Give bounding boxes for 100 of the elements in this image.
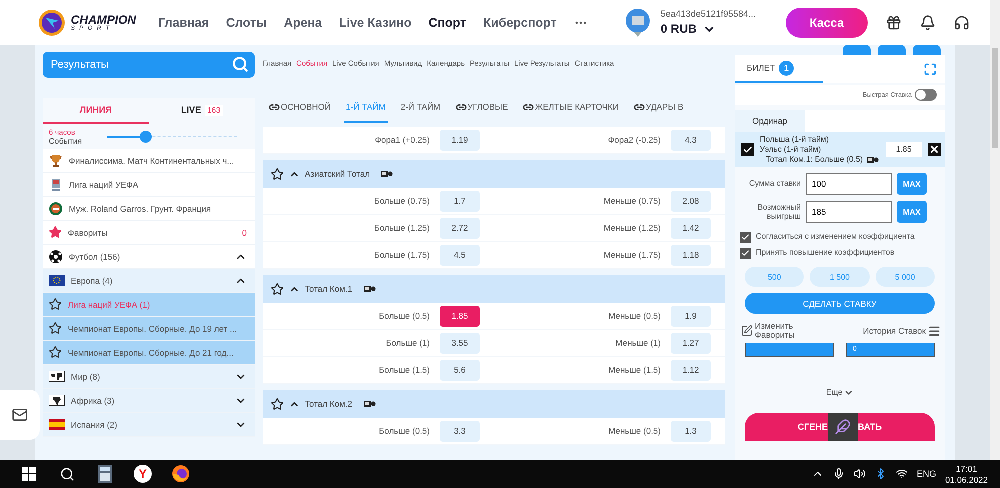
- mail-button[interactable]: [0, 390, 40, 440]
- odds-button[interactable]: 1.12: [671, 360, 711, 380]
- mail-icon[interactable]: [12, 407, 28, 423]
- sidebar-item[interactable]: Лига наций УЕФА: [43, 173, 255, 197]
- team-name: Польша (1-й тайм): [760, 135, 830, 144]
- outcome-label: Фора1 (+0.25): [375, 135, 430, 145]
- sidebar-item[interactable]: Мир (8): [43, 365, 255, 389]
- odds-button[interactable]: 4.5: [440, 244, 480, 266]
- app-tile[interactable]: [828, 412, 858, 441]
- amount-field[interactable]: 100: [806, 173, 892, 195]
- generate-button[interactable]: СГЕНЕ ВАТЬ: [745, 412, 935, 441]
- outcome-label: Меньше (0.75): [604, 196, 661, 206]
- tab[interactable]: LIVE 163: [149, 98, 255, 124]
- windows-icon[interactable]: [22, 467, 36, 481]
- headset-icon[interactable]: [954, 14, 970, 30]
- odds-button[interactable]: 1.27: [671, 332, 711, 354]
- odds-button[interactable]: 1.3: [671, 420, 711, 442]
- input-field[interactable]: [745, 342, 834, 357]
- odds-button[interactable]: 3.3: [440, 420, 480, 442]
- cashier-button[interactable]: Касса: [786, 8, 868, 38]
- sidebar-item[interactable]: Финалиссима. Матч Континентальных ч...: [43, 149, 255, 173]
- edit-icon[interactable]: [741, 325, 753, 338]
- nav-link[interactable]: Арена: [284, 16, 322, 30]
- bet-history-link[interactable]: История Ставок: [863, 324, 941, 338]
- browser-icon[interactable]: [172, 465, 190, 483]
- star-icon[interactable]: [49, 346, 62, 359]
- outcome-label: Больше (1.75): [374, 250, 430, 260]
- menu-icon[interactable]: [928, 324, 941, 338]
- avatar-icon: [624, 8, 651, 38]
- more-link[interactable]: Еще: [820, 386, 860, 399]
- star-icon[interactable]: [49, 298, 62, 311]
- panel-tab-button[interactable]: [913, 45, 941, 55]
- panel-tab-button[interactable]: [843, 45, 871, 55]
- nav-link[interactable]: Спорт: [428, 16, 467, 30]
- sidebar-item[interactable]: Испания (2): [43, 413, 255, 437]
- odds-button[interactable]: 4.3: [671, 130, 711, 150]
- amount-field[interactable]: 185: [806, 201, 892, 223]
- odds-button[interactable]: 3.55: [440, 332, 480, 354]
- option-label: Принять повышение коэффициентов: [756, 248, 895, 258]
- outcome-label: Меньше (1.5): [608, 365, 661, 375]
- odds-button[interactable]: 1.19: [440, 130, 480, 150]
- browser-logo[interactable]: Y: [134, 465, 152, 483]
- sidebar-item[interactable]: Муж. Roland Garros. Грунт. Франция: [43, 197, 255, 221]
- balance-dropdown[interactable]: 0 RUB: [660, 22, 756, 36]
- odds-button[interactable]: 2.08: [671, 190, 711, 212]
- odds-button[interactable]: 1.18: [671, 244, 711, 266]
- odds-button[interactable]: 5.6: [440, 360, 480, 380]
- volume-icon[interactable]: [854, 468, 866, 480]
- calculator-icon[interactable]: [98, 465, 112, 483]
- bell-icon[interactable]: [920, 14, 936, 30]
- nav-link[interactable]: Live Казино: [339, 16, 412, 30]
- eu-flag-icon: [49, 275, 65, 286]
- checkbox[interactable]: [740, 248, 751, 259]
- panel-tab-button[interactable]: [878, 45, 906, 55]
- edit-favorites-link[interactable]: Изменить Фавориты: [741, 322, 815, 341]
- market-tab[interactable]: ЖЕЛТЫЕ КАРТОЧКИ: [521, 93, 621, 123]
- clock[interactable]: 17:01 01.06.2022: [945, 464, 988, 484]
- microphone-icon[interactable]: [832, 468, 845, 480]
- sidebar-item[interactable]: Африка (3): [43, 389, 255, 413]
- team-name: Уэльс (1-й тайм): [760, 145, 822, 154]
- slider-thumb[interactable]: [140, 130, 152, 142]
- star-icon[interactable]: [271, 398, 284, 410]
- odds-button[interactable]: 1.85: [440, 306, 480, 326]
- nav-link[interactable]: Слоты: [226, 16, 268, 30]
- market-tab[interactable]: УДАРЫ В: [632, 93, 686, 123]
- expand-icon[interactable]: [924, 62, 937, 76]
- taskbar-button[interactable]: Y: [124, 460, 162, 488]
- checkbox[interactable]: [741, 143, 754, 156]
- feather-icon[interactable]: [835, 418, 852, 435]
- scrollbar[interactable]: [990, 0, 1000, 460]
- gift-icon[interactable]: [886, 14, 902, 30]
- sidebar-item[interactable]: Чемпионат Европы. Сборные. До 19 лет ...: [43, 317, 255, 341]
- odds-button[interactable]: 1.9: [671, 306, 711, 326]
- outcome-label: Больше (0.5): [379, 426, 430, 436]
- checkbox[interactable]: [740, 232, 751, 243]
- odds-button[interactable]: 2.72: [440, 218, 480, 238]
- market-title: Тотал Ком.2: [305, 399, 353, 409]
- time-slider[interactable]: [107, 130, 237, 142]
- sidebar-item[interactable]: Фавориты 0: [43, 221, 255, 245]
- nav-link[interactable]: Главная: [158, 16, 210, 30]
- star-icon[interactable]: [49, 322, 62, 335]
- nav-link[interactable]: Киберспорт: [484, 16, 557, 30]
- star-icon[interactable]: [271, 282, 284, 296]
- market-tab[interactable]: УГЛОВЫЕ: [454, 93, 510, 123]
- star-icon[interactable]: [271, 168, 284, 180]
- sidebar-item[interactable]: Чемпионат Европы. Сборные. До 21 год...: [43, 341, 255, 365]
- sidebar-item[interactable]: Футбол (156): [43, 245, 255, 269]
- sidebar-item[interactable]: Европа (4): [43, 269, 255, 293]
- quick-bet-toggle[interactable]: [915, 89, 937, 101]
- football-icon: [49, 250, 63, 264]
- language-indicator[interactable]: ENG: [916, 469, 936, 479]
- odds-button[interactable]: 1.42: [671, 218, 711, 238]
- outcome-label: Меньше (0.5): [608, 426, 661, 436]
- favorites-count: 0: [242, 228, 247, 238]
- search-icon[interactable]: [60, 466, 74, 482]
- odds-button[interactable]: 1.7: [440, 190, 480, 212]
- market-tab[interactable]: ОСНОВНОЙ: [267, 93, 334, 123]
- bet-type-tab[interactable]: Ординар: [735, 110, 805, 132]
- market-tab[interactable]: 2-Й ТАЙМ: [398, 93, 443, 123]
- selection-odds: 1.85: [886, 142, 922, 157]
